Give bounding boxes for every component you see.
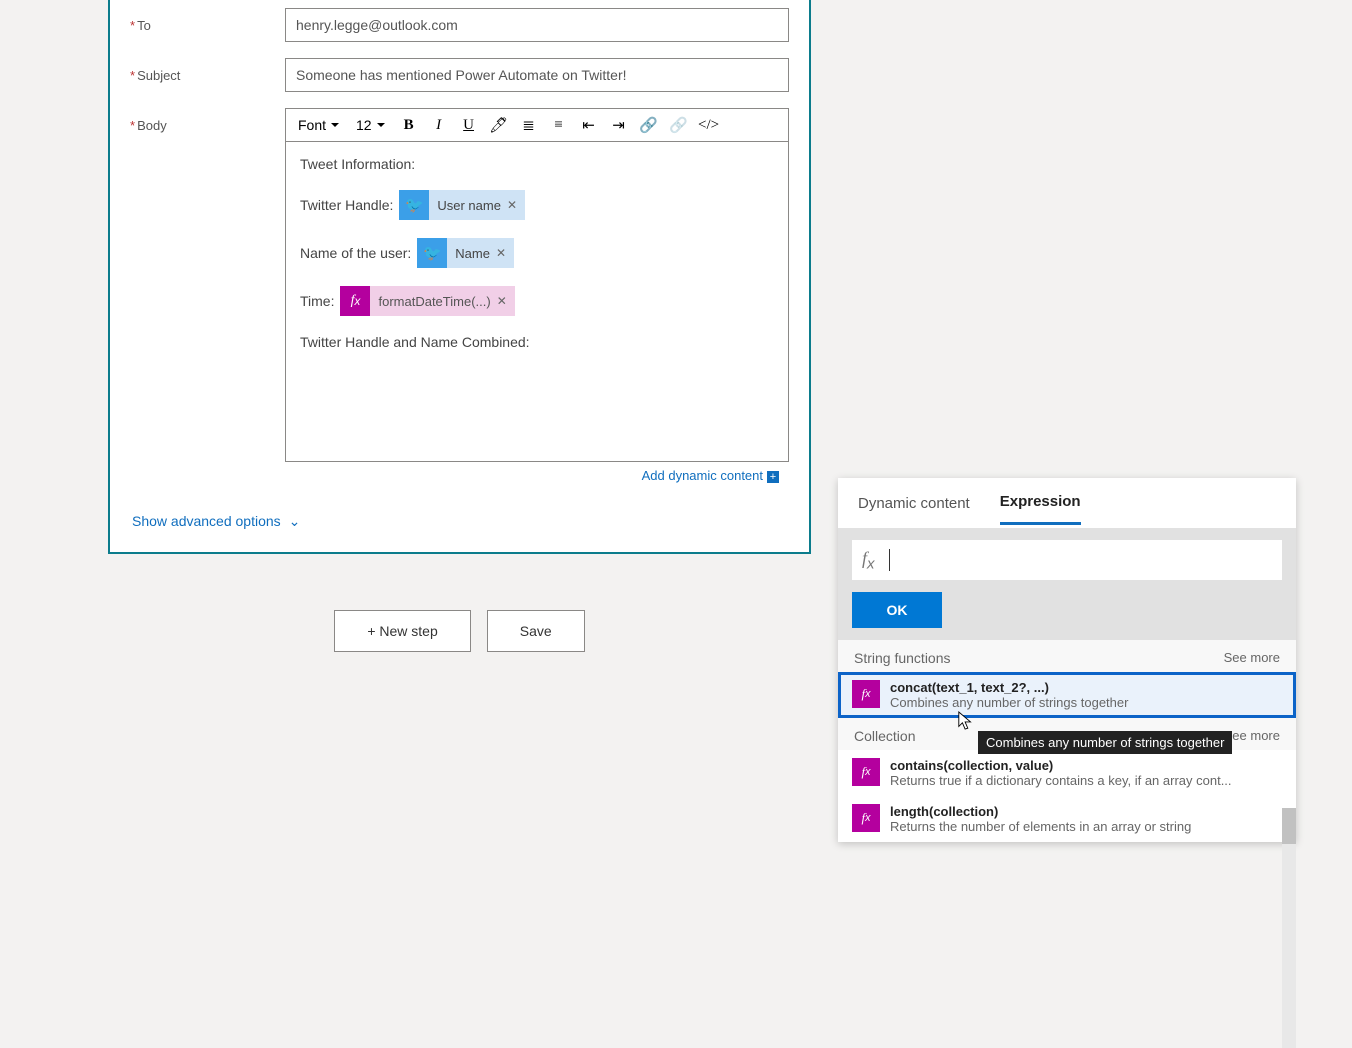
text-cursor (889, 549, 890, 571)
add-dynamic-content-link[interactable]: Add dynamic content+ (285, 462, 789, 489)
font-color-button[interactable]: 🖊 (486, 112, 512, 138)
remove-icon[interactable]: ✕ (497, 294, 507, 308)
bold-button[interactable]: B (396, 112, 422, 138)
email-action-card: To Subject Body Font 12 B I U 🖊 ≣ ≡ ⇤ ⇥ … (108, 0, 811, 554)
scrollbar[interactable] (1282, 808, 1296, 1048)
expression-input[interactable]: fx (852, 540, 1282, 580)
dynamic-content-panel: Dynamic content Expression fx OK String … (838, 478, 1296, 842)
code-view-button[interactable]: </> (696, 112, 722, 138)
indent-button[interactable]: ⇥ (606, 112, 632, 138)
subject-input[interactable] (285, 58, 789, 92)
link-button[interactable]: 🔗 (636, 112, 662, 138)
rte-toolbar: Font 12 B I U 🖊 ≣ ≡ ⇤ ⇥ 🔗 🔗 </> (285, 108, 789, 142)
fx-icon: fx (852, 680, 880, 708)
ok-button[interactable]: OK (852, 592, 942, 628)
fx-icon: fx (340, 286, 370, 316)
body-text: Tweet Information: (300, 156, 415, 172)
body-text: Twitter Handle: (300, 197, 393, 213)
remove-icon[interactable]: ✕ (496, 246, 506, 260)
body-text: Twitter Handle and Name Combined: (300, 334, 530, 350)
chevron-down-icon: ⌄ (289, 513, 301, 530)
token-username[interactable]: 🐦 User name✕ (399, 190, 525, 220)
tab-dynamic-content[interactable]: Dynamic content (858, 483, 970, 524)
font-size-select[interactable]: 12 (350, 109, 392, 141)
tooltip: Combines any number of strings together (978, 731, 1232, 754)
save-button[interactable]: Save (487, 610, 585, 652)
italic-button[interactable]: I (426, 112, 452, 138)
body-text: Time: (300, 293, 334, 309)
function-concat[interactable]: fx concat(text_1, text_2?, ...) Combines… (838, 672, 1296, 718)
tab-expression[interactable]: Expression (1000, 481, 1081, 525)
flow-actions: + New step Save (108, 610, 811, 652)
body-content[interactable]: Tweet Information: Twitter Handle: 🐦 Use… (285, 142, 789, 462)
body-editor: Font 12 B I U 🖊 ≣ ≡ ⇤ ⇥ 🔗 🔗 </> Tweet In… (285, 108, 789, 489)
section-title: Collection (854, 728, 915, 744)
underline-button[interactable]: U (456, 112, 482, 138)
twitter-icon: 🐦 (417, 238, 447, 268)
fx-icon: fx (862, 548, 875, 573)
to-input[interactable] (285, 8, 789, 42)
section-title: String functions (854, 650, 951, 666)
function-contains[interactable]: fx contains(collection, value) Returns t… (838, 750, 1296, 796)
body-label: Body (130, 108, 285, 133)
to-label: To (130, 8, 285, 33)
token-formatdatetime[interactable]: fx formatDateTime(...)✕ (340, 286, 514, 316)
new-step-button[interactable]: + New step (334, 610, 470, 652)
remove-icon[interactable]: ✕ (507, 198, 517, 212)
twitter-icon: 🐦 (399, 190, 429, 220)
fx-icon: fx (852, 804, 880, 832)
unlink-button[interactable]: 🔗 (666, 112, 692, 138)
body-text: Name of the user: (300, 245, 411, 261)
bullet-list-button[interactable]: ≣ (516, 112, 542, 138)
outdent-button[interactable]: ⇤ (576, 112, 602, 138)
token-name[interactable]: 🐦 Name✕ (417, 238, 514, 268)
font-select[interactable]: Font (292, 109, 346, 141)
plus-icon: + (767, 471, 779, 483)
show-advanced-options[interactable]: Show advanced options⌄ (110, 497, 809, 552)
number-list-button[interactable]: ≡ (546, 112, 572, 138)
subject-label: Subject (130, 58, 285, 83)
fx-icon: fx (852, 758, 880, 786)
function-length[interactable]: fx length(collection) Returns the number… (838, 796, 1296, 842)
see-more-link[interactable]: See more (1224, 650, 1280, 666)
